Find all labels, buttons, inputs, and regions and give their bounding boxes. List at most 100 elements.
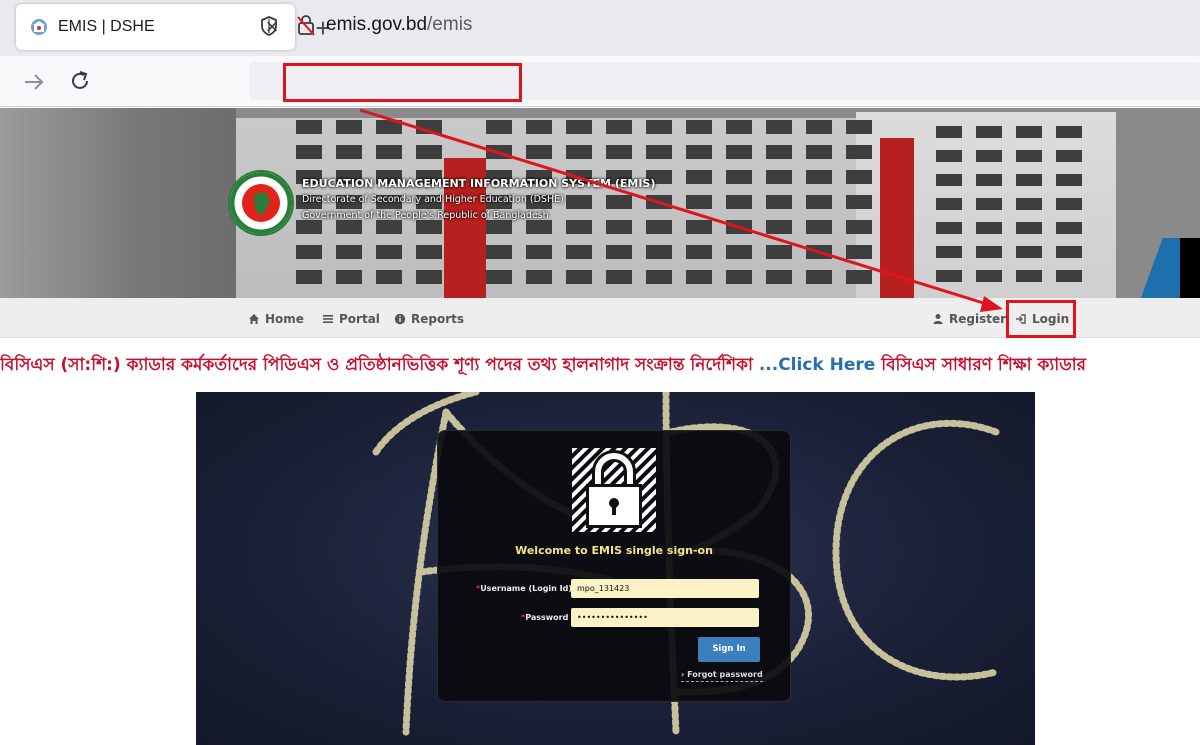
building-window [936, 174, 962, 186]
tab-title: EMIS | DSHE [58, 18, 155, 35]
building-window [726, 195, 752, 209]
menu-reports-label: Reports [411, 312, 465, 326]
marquee-text-2: বিসিএস সাধারণ শিক্ষা ক্যাডার [875, 355, 1086, 375]
building-window [606, 245, 632, 259]
building-window [766, 220, 792, 234]
building-window [936, 198, 962, 210]
click-here-link[interactable]: ...Click Here [759, 355, 875, 375]
building-window [976, 222, 1002, 234]
menu-register-label: Register [949, 312, 1007, 326]
building-window [846, 120, 872, 134]
building-window [336, 145, 362, 159]
building-window [766, 145, 792, 159]
building-window [846, 220, 872, 234]
site-banner [0, 108, 1200, 298]
building-window [376, 120, 402, 134]
screenshot: EMIS | DSHE × + emis.gov.bd/emis EDUCATI… [0, 0, 1200, 745]
building-window [936, 222, 962, 234]
insecure-lock-icon[interactable] [296, 14, 316, 36]
building-window [526, 145, 552, 159]
menu-register[interactable]: Register [932, 312, 1006, 326]
building-window [686, 120, 712, 134]
building-window [566, 245, 592, 259]
building-window [1016, 150, 1042, 162]
building-window [936, 150, 962, 162]
building-window [846, 170, 872, 184]
building-window [726, 120, 752, 134]
building-window [486, 220, 512, 234]
building-window [486, 245, 512, 259]
banner-gradient [0, 108, 236, 298]
building-window [336, 220, 362, 234]
building-window [1016, 126, 1042, 138]
building-window [416, 220, 442, 234]
building-window [846, 195, 872, 209]
tracking-shield-icon[interactable] [259, 15, 279, 37]
building-window [416, 245, 442, 259]
building-window [806, 195, 832, 209]
building-window [646, 220, 672, 234]
url-highlight-box [283, 63, 522, 102]
building-window [296, 145, 322, 159]
building-window [486, 120, 512, 134]
forward-arrow-icon[interactable] [20, 68, 48, 96]
building-window [976, 150, 1002, 162]
building-window [1056, 174, 1082, 186]
password-input[interactable]: ••••••••••••••• [571, 608, 759, 627]
menu-home[interactable]: Home [248, 312, 304, 326]
username-input[interactable]: mpo_131423 [571, 579, 759, 598]
info-icon [394, 313, 406, 325]
building-window [566, 195, 592, 209]
site-subtitle-dshe: Directorate of Secondary and Higher Educ… [302, 194, 564, 205]
forgot-password-link[interactable]: › Forgot password [681, 670, 763, 682]
building-window [976, 174, 1002, 186]
welcome-heading: Welcome to EMIS single sign-on [515, 544, 713, 557]
building-window [566, 220, 592, 234]
menu-home-label: Home [265, 312, 304, 326]
password-label-text: Password [525, 613, 569, 622]
sign-in-button[interactable]: Sign In [698, 637, 760, 662]
url-path: /emis [427, 14, 473, 35]
building-window [1016, 222, 1042, 234]
building-window [416, 270, 442, 284]
browser-tab[interactable]: EMIS | DSHE × [16, 4, 295, 50]
building-window [686, 245, 712, 259]
building-window [606, 195, 632, 209]
building-window [1056, 270, 1082, 282]
building-window [566, 120, 592, 134]
building-window [1016, 198, 1042, 210]
building-window [646, 120, 672, 134]
site-subtitle-government: Government of the People's Republic of B… [302, 210, 549, 221]
building-window [686, 145, 712, 159]
building-window [766, 195, 792, 209]
building-window [936, 270, 962, 282]
banner-decor-dark [1180, 238, 1200, 298]
building-window [686, 170, 712, 184]
building-window [976, 270, 1002, 282]
building-window [606, 145, 632, 159]
building-window [376, 145, 402, 159]
government-logo [228, 170, 294, 236]
building-window [976, 198, 1002, 210]
building-window [766, 170, 792, 184]
building-window [526, 270, 552, 284]
building-window [936, 246, 962, 258]
username-label-text: Username (Login Id) [480, 584, 573, 593]
building-window [526, 120, 552, 134]
password-label: *Password [521, 613, 568, 622]
building-window [846, 245, 872, 259]
menu-reports[interactable]: Reports [394, 312, 464, 326]
building-window [1056, 222, 1082, 234]
building-window [646, 145, 672, 159]
building-window [806, 270, 832, 284]
building-window [726, 270, 752, 284]
building-window [806, 245, 832, 259]
building-window [376, 270, 402, 284]
url-text[interactable]: emis.gov.bd/emis [326, 14, 472, 36]
building-window [766, 120, 792, 134]
reload-icon[interactable] [66, 67, 94, 95]
menu-portal[interactable]: Portal [322, 312, 380, 326]
red-pillar-right [880, 138, 914, 298]
building-window [336, 120, 362, 134]
building-window [526, 245, 552, 259]
